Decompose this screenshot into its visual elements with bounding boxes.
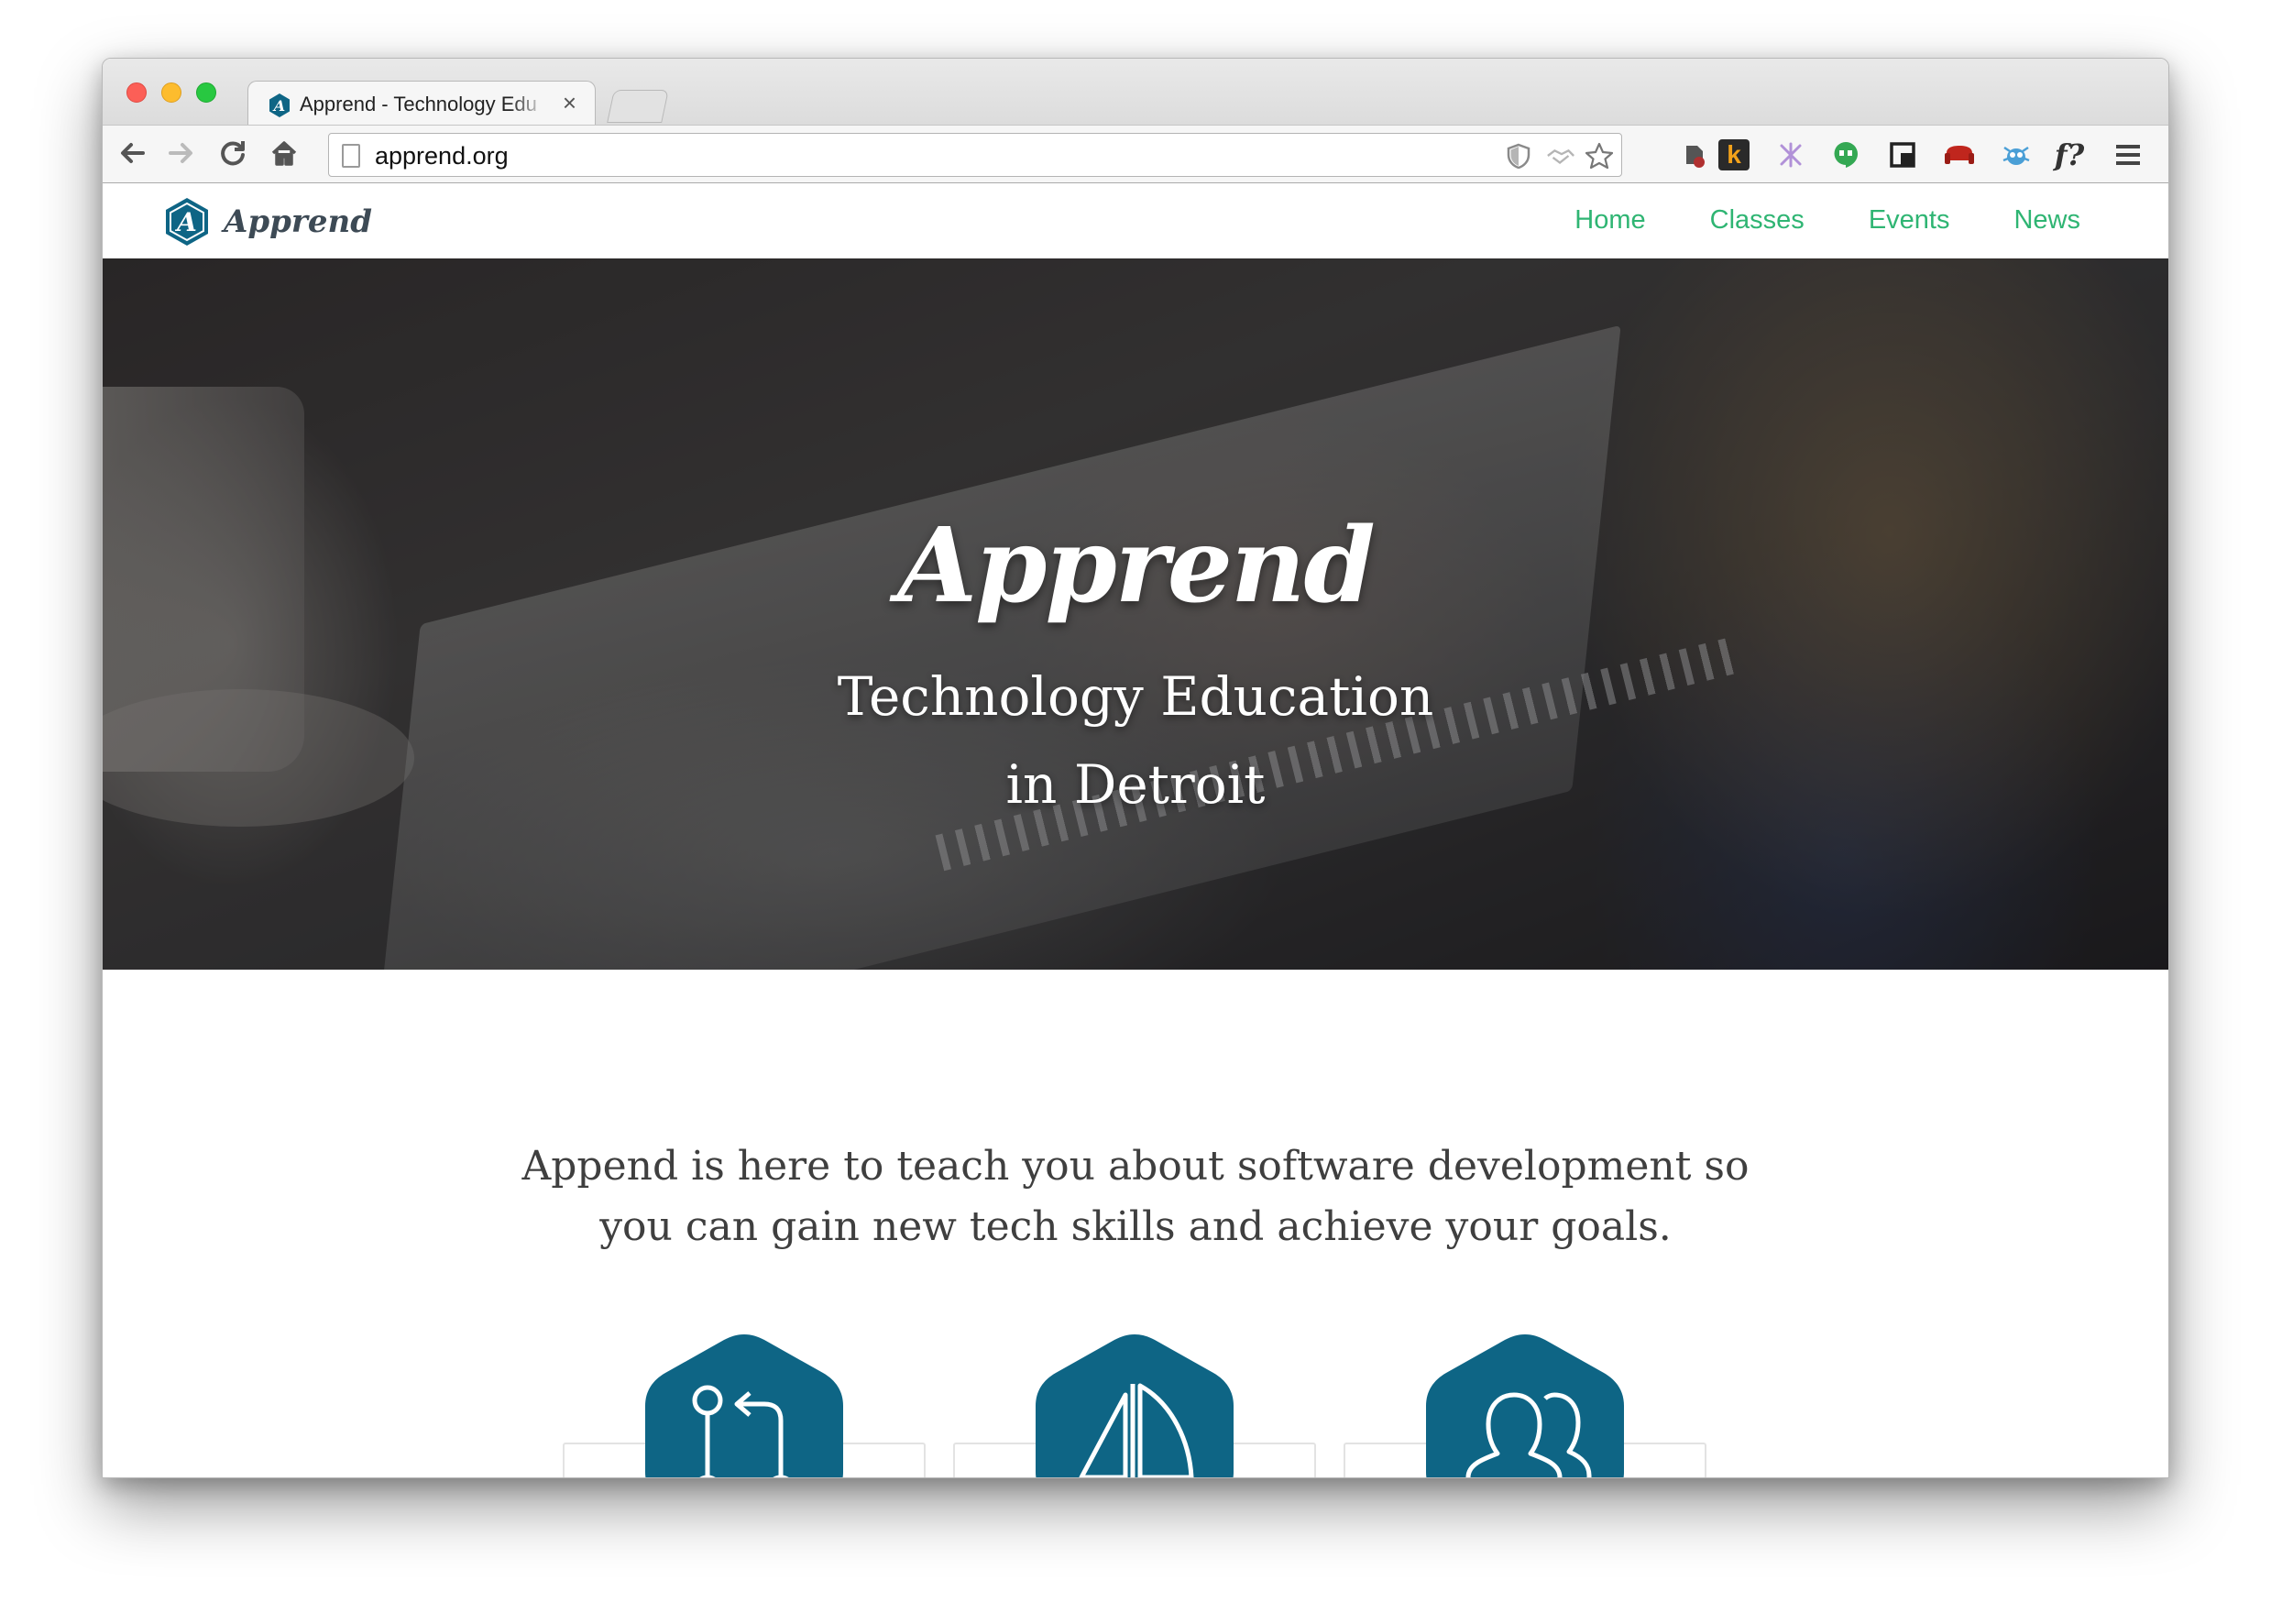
hero-subtitle: Technology Education in Detroit	[103, 653, 2168, 828]
url-text[interactable]: apprend.org	[375, 142, 509, 170]
tab-title: Apprend - Technology Edu	[300, 93, 537, 115]
new-tab-button[interactable]	[607, 90, 669, 123]
zoom-window-button[interactable]	[196, 82, 216, 103]
apprend-logo-icon: A	[166, 198, 208, 246]
arrow-left-icon	[121, 143, 145, 163]
browser-window: A Apprend - Technology Edu × apprend.org…	[102, 58, 2169, 1478]
hero-title: Apprend	[897, 506, 1376, 626]
k-icon-label: k	[1718, 139, 1750, 170]
site-navbar: A Apprend Home Classes Events News	[103, 183, 2168, 258]
puzzle-icon[interactable]	[1774, 138, 1807, 171]
nav-link-classes[interactable]: Classes	[1710, 205, 1805, 236]
k-icon[interactable]: k	[1717, 138, 1750, 171]
pocket-icon[interactable]	[1886, 138, 1919, 171]
bookmark-star-icon[interactable]	[1585, 141, 1614, 170]
back-button[interactable]	[114, 135, 150, 171]
evernote-icon[interactable]	[1677, 138, 1710, 171]
close-window-button[interactable]	[126, 82, 147, 103]
brand-name: Apprend	[224, 203, 372, 240]
bug-icon[interactable]	[2000, 138, 2033, 171]
intro-text: Append is here to teach you about softwa…	[103, 1136, 2168, 1257]
home-button[interactable]	[266, 135, 302, 171]
hangouts-icon[interactable]	[1829, 138, 1862, 171]
intro-line1: Append is here to teach you about softwa…	[521, 1143, 1750, 1190]
address-bar[interactable]: apprend.org	[328, 133, 1622, 177]
users-icon	[1426, 1334, 1624, 1477]
minimize-window-button[interactable]	[161, 82, 181, 103]
handshake-icon[interactable]	[1546, 141, 1575, 170]
arrow-right-icon	[169, 143, 192, 163]
couch-icon[interactable]	[1943, 138, 1976, 171]
hero-subtitle-line2: in Detroit	[1005, 753, 1266, 816]
svg-text:A: A	[272, 97, 285, 115]
tab-close-icon[interactable]: ×	[563, 89, 576, 117]
sailboat-icon	[1036, 1334, 1234, 1477]
intro-line2: you can gain new tech skills and achieve…	[599, 1203, 1672, 1250]
shield-icon[interactable]	[1504, 141, 1533, 170]
tab-strip: A Apprend - Technology Edu ×	[103, 59, 2168, 126]
site-nav-links: Home Classes Events News	[1510, 205, 2080, 236]
svg-text:A: A	[174, 207, 197, 237]
page-viewport: A Apprend Home Classes Events News Appre…	[103, 183, 2168, 1477]
reload-button[interactable]	[214, 135, 251, 171]
nav-link-events[interactable]: Events	[1869, 205, 1950, 236]
reload-icon	[221, 141, 245, 166]
whatfont-icon[interactable]: f?	[2053, 137, 2086, 172]
git-pull-request-icon	[645, 1334, 843, 1477]
nav-link-home[interactable]: Home	[1574, 205, 1645, 236]
browser-tab[interactable]: A Apprend - Technology Edu ×	[247, 81, 596, 126]
home-icon	[271, 141, 297, 166]
hero-banner: Apprend Technology Education in Detroit	[103, 258, 2168, 970]
page-icon	[342, 144, 360, 168]
menu-icon[interactable]	[2112, 138, 2145, 171]
apprend-favicon-icon: A	[269, 93, 290, 117]
brand-logo[interactable]: A Apprend	[163, 196, 372, 247]
browser-toolbar: apprend.org k f?	[103, 125, 2168, 183]
hero-subtitle-line1: Technology Education	[837, 665, 1434, 728]
forward-button[interactable]	[163, 135, 200, 171]
nav-link-news[interactable]: News	[2013, 205, 2080, 236]
